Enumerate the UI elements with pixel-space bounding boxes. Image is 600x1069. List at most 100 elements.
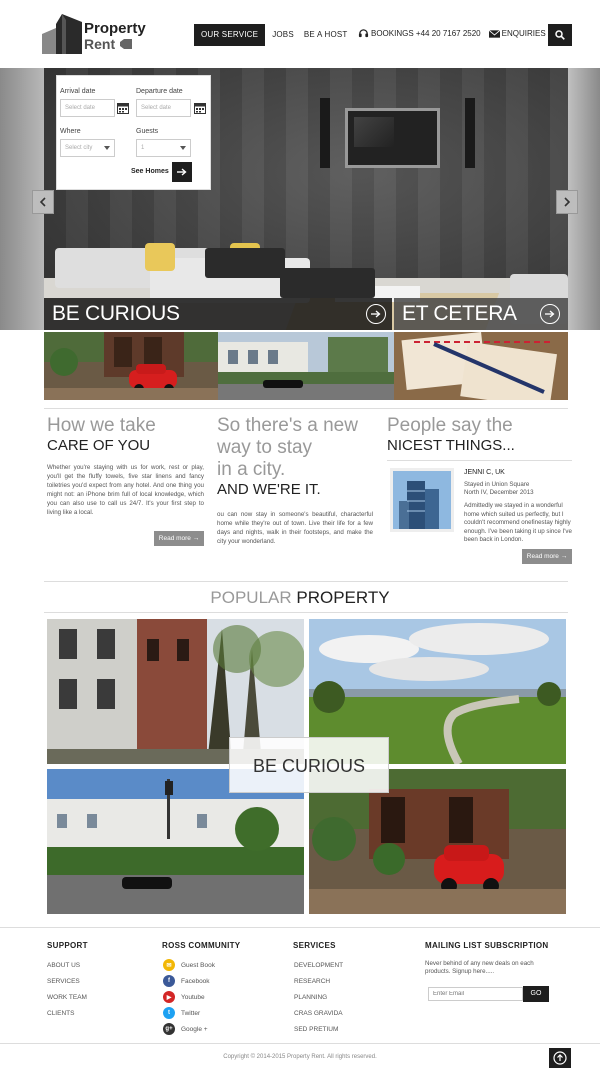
where-label: Where: [60, 128, 81, 135]
new-way-title-line4: AND WE'RE IT.: [217, 481, 321, 498]
search-icon: [555, 30, 565, 40]
social-link-facebook[interactable]: f Facebook: [163, 975, 210, 987]
testimonial-photo: [390, 468, 454, 532]
tv-image: [345, 108, 440, 168]
arrow-circle-icon[interactable]: [366, 304, 386, 324]
guests-select[interactable]: 1: [136, 139, 191, 157]
enquiries-link[interactable]: ENQUIRIES: [502, 29, 546, 38]
divider: [44, 612, 568, 613]
twitter-icon: t: [163, 1007, 175, 1019]
chevron-down-icon: [180, 146, 186, 150]
new-way-title-line2: way to stay: [217, 437, 313, 458]
headset-icon: [358, 29, 369, 38]
chevron-left-icon: [39, 197, 46, 207]
nav-jobs[interactable]: JOBS: [267, 24, 299, 46]
arrival-date-input[interactable]: Select date: [60, 99, 115, 117]
services-heading: SERVICES: [293, 941, 336, 950]
departure-date-input[interactable]: Select date: [136, 99, 191, 117]
page: Property Rent OUR SERVICE JOBS BE A HOST…: [0, 0, 600, 1069]
calendar-icon[interactable]: [117, 102, 129, 114]
popular-overlay-label[interactable]: BE CURIOUS: [229, 737, 389, 793]
chevron-down-icon: [104, 146, 110, 150]
search-button[interactable]: [548, 24, 572, 46]
calendar-icon[interactable]: [194, 102, 206, 114]
subscribe-go-button[interactable]: GO: [523, 986, 549, 1002]
social-link-youtube[interactable]: ▶ Youtube: [163, 991, 205, 1003]
mailing-list-text: Never behind of any new deals on each pr…: [425, 960, 534, 975]
chevron-right-icon: [564, 197, 571, 207]
care-read-more-button[interactable]: Read more →: [154, 531, 204, 546]
footer-link-work-team[interactable]: WORK TEAM: [47, 994, 87, 1001]
googleplus-icon: g+: [163, 1023, 175, 1035]
testimonial-author: JENNI C, UK: [464, 469, 505, 476]
booking-form: Arrival date Select date Departure date …: [56, 75, 211, 190]
care-title-line2: CARE OF YOU: [47, 437, 151, 454]
arrow-up-circle-icon: [553, 1051, 567, 1065]
footer-link-services[interactable]: SERVICES: [47, 978, 80, 985]
footer-link-development[interactable]: DEVELOPMENT: [294, 962, 343, 969]
et-cetera-label: ET CETERA: [402, 302, 517, 325]
testimonial-read-more-button[interactable]: Read more →: [522, 549, 572, 564]
hero-slider: Arrival date Select date Departure date …: [0, 68, 600, 330]
see-homes-label[interactable]: See Homes: [131, 168, 169, 175]
new-way-body: ou can now stay in someone's beautiful, …: [217, 511, 373, 545]
divider: [387, 460, 572, 461]
divider: [44, 581, 568, 582]
logo-line2: Rent: [84, 36, 116, 52]
guestbook-icon: ✉: [163, 959, 175, 971]
copyright-text: Copyright © 2014-2015 Property Rent. All…: [223, 1054, 377, 1060]
tag-icon: [120, 39, 132, 49]
new-way-column: So there's a new way to stay in a city. …: [217, 416, 373, 546]
email-input[interactable]: [428, 987, 523, 1001]
see-homes-button[interactable]: [172, 162, 192, 182]
new-way-title-line3: in a city.: [217, 459, 286, 480]
new-way-title-line1: So there's a new: [217, 415, 358, 436]
footer-link-cras-gravida[interactable]: CRAS GRAVIDA: [294, 1010, 343, 1017]
arrow-right-icon: [177, 168, 187, 176]
departure-label: Departure date: [136, 88, 183, 95]
thumb-postcards[interactable]: [394, 332, 568, 400]
be-curious-bar[interactable]: BE CURIOUS: [44, 298, 392, 330]
footer-link-planning[interactable]: PLANNING: [294, 994, 327, 1001]
footer-link-about[interactable]: ABOUT US: [47, 962, 80, 969]
arrow-circle-icon[interactable]: [540, 304, 560, 324]
site-header: Property Rent OUR SERVICE JOBS BE A HOST…: [0, 0, 600, 68]
bookings-link[interactable]: BOOKINGS +44 20 7167 2520: [371, 29, 481, 38]
divider: [0, 1043, 600, 1044]
testimonial-title-line2: NICEST THINGS...: [387, 437, 515, 454]
slider-prev-button[interactable]: [32, 190, 54, 214]
care-column: How we take CARE OF YOU Whether you're s…: [47, 416, 204, 517]
footer-link-sed-pretium[interactable]: SED PRETIUM: [294, 1026, 338, 1033]
facebook-icon: f: [163, 975, 175, 987]
back-to-top-button[interactable]: [549, 1048, 571, 1068]
logo[interactable]: Property Rent: [40, 14, 160, 56]
contact-bar: BOOKINGS +44 20 7167 2520 ENQUIRIES: [358, 28, 546, 39]
footer-link-clients[interactable]: CLIENTS: [47, 1010, 74, 1017]
social-link-guestbook[interactable]: ✉ Guest Book: [163, 959, 215, 971]
popular-property-title: POPULAR PROPERTY: [210, 588, 390, 607]
mailing-list-heading: MAILING LIST SUBSCRIPTION: [425, 941, 549, 950]
guests-label: Guests: [136, 128, 159, 135]
be-curious-label: BE CURIOUS: [52, 302, 180, 325]
et-cetera-bar[interactable]: ET CETERA: [394, 298, 568, 330]
logo-building-icon: [42, 14, 82, 54]
divider: [44, 408, 568, 409]
social-link-googleplus[interactable]: g+ Google +: [163, 1023, 208, 1035]
logo-line1: Property: [84, 20, 146, 37]
care-title-line1: How we take: [47, 415, 156, 436]
social-link-twitter[interactable]: t Twitter: [163, 1007, 200, 1019]
youtube-icon: ▶: [163, 991, 175, 1003]
care-body: Whether you're staying with us for work,…: [47, 464, 204, 516]
slider-next-button[interactable]: [556, 190, 578, 214]
where-select[interactable]: Select city: [60, 139, 115, 157]
testimonial-column: People say the NICEST THINGS...: [387, 416, 572, 456]
nav-our-service[interactable]: OUR SERVICE: [194, 24, 266, 46]
envelope-icon: [488, 29, 500, 38]
thumb-street-car[interactable]: [218, 332, 394, 400]
arrival-label: Arrival date: [60, 88, 96, 95]
nav-be-a-host[interactable]: BE A HOST: [299, 24, 353, 46]
footer-link-research[interactable]: RESEARCH: [294, 978, 330, 985]
thumb-red-car[interactable]: [44, 332, 218, 400]
main-nav: OUR SERVICE JOBS BE A HOST: [194, 24, 352, 46]
testimonial-title-line1: People say the: [387, 415, 513, 436]
